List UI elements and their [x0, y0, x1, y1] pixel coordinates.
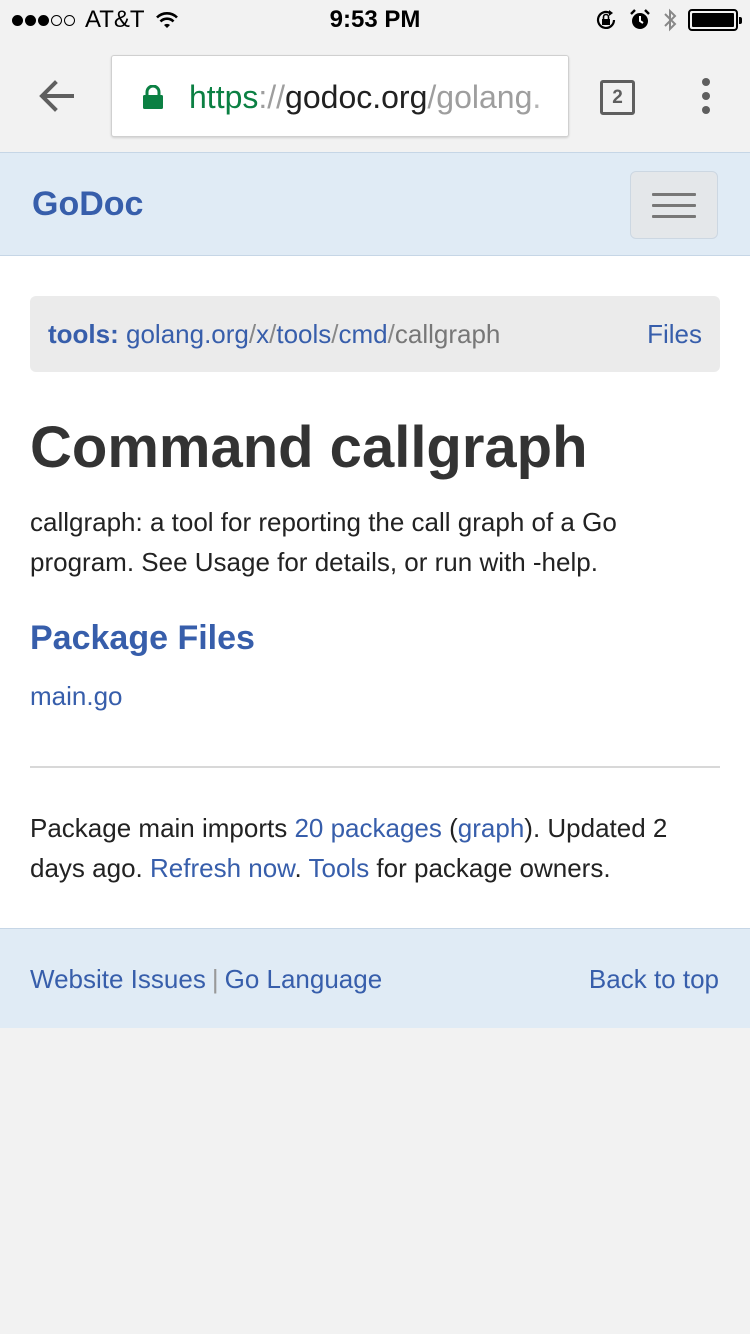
site-brand-link[interactable]: GoDoc	[32, 185, 143, 224]
url-text: https://godoc.org/golang.	[189, 78, 541, 116]
imports-link[interactable]: 20 packages	[294, 813, 441, 843]
url-fade	[528, 56, 568, 136]
menu-dot	[702, 78, 710, 86]
breadcrumb-separator: /	[387, 319, 395, 349]
site-footer: Website Issues | Go Language Back to top	[0, 928, 750, 1028]
status-bar: AT&T 9:53 PM	[0, 0, 750, 40]
footer-separator: |	[211, 964, 219, 994]
nav-toggle-button[interactable]	[630, 171, 718, 239]
meta-text: (	[441, 813, 458, 843]
files-link[interactable]: Files	[647, 318, 702, 350]
breadcrumb-current: callgraph	[394, 319, 501, 349]
meta-text: Package main imports	[30, 813, 295, 843]
tools-link[interactable]: Tools	[309, 853, 370, 883]
main-content: tools: golang.org/x/tools/cmd/callgraph …	[0, 256, 750, 928]
bluetooth-icon	[664, 8, 677, 32]
breadcrumb-link[interactable]: tools	[276, 319, 331, 349]
url-path: /golang.	[427, 79, 542, 115]
back-button[interactable]	[36, 76, 76, 116]
menu-dot	[702, 92, 710, 100]
hamburger-icon-bar	[652, 203, 696, 207]
browser-toolbar: https://godoc.org/golang. 2	[0, 40, 750, 152]
breadcrumb-link[interactable]: golang.org	[126, 319, 249, 349]
breadcrumb-link[interactable]: x	[256, 319, 269, 349]
hamburger-icon-bar	[652, 214, 696, 218]
package-meta: Package main imports 20 packages (graph)…	[30, 808, 720, 888]
battery-icon	[688, 9, 742, 31]
breadcrumb-root-link[interactable]: tools:	[48, 319, 119, 349]
tab-switcher-button[interactable]: 2	[600, 80, 635, 115]
graph-link[interactable]: graph	[458, 813, 525, 843]
breadcrumb-link[interactable]: cmd	[339, 319, 388, 349]
alarm-icon	[630, 9, 650, 29]
refresh-now-link[interactable]: Refresh now	[150, 853, 295, 883]
package-files-heading[interactable]: Package Files	[30, 616, 255, 660]
footer-links: Website Issues | Go Language	[30, 961, 382, 997]
meta-text: for package owners.	[369, 853, 611, 883]
overflow-menu-icon[interactable]	[696, 78, 716, 114]
menu-dot	[702, 106, 710, 114]
hamburger-icon-bar	[652, 192, 696, 196]
url-separator: ://	[258, 79, 286, 115]
page-title: Command callgraph	[30, 415, 588, 480]
breadcrumb-separator: /	[331, 319, 339, 349]
url-host: godoc.org	[285, 79, 428, 115]
lock-icon	[143, 85, 163, 109]
breadcrumb: tools: golang.org/x/tools/cmd/callgraph …	[30, 296, 720, 372]
back-arrow-icon	[39, 80, 74, 112]
battery-level	[692, 13, 734, 27]
website-issues-link[interactable]: Website Issues	[30, 964, 206, 994]
url-scheme: https	[189, 79, 259, 115]
rotation-lock-icon	[596, 10, 616, 29]
address-bar[interactable]: https://godoc.org/golang.	[111, 55, 569, 137]
status-bar-right	[594, 7, 742, 33]
file-link-main-go[interactable]: main.go	[30, 678, 123, 714]
meta-text: .	[294, 853, 309, 883]
go-language-link[interactable]: Go Language	[225, 964, 383, 994]
divider	[30, 766, 720, 768]
site-navbar: GoDoc	[0, 152, 750, 256]
breadcrumb-path: tools: golang.org/x/tools/cmd/callgraph	[48, 318, 500, 350]
package-description: callgraph: a tool for reporting the call…	[30, 507, 617, 577]
back-to-top-link[interactable]: Back to top	[589, 961, 719, 997]
